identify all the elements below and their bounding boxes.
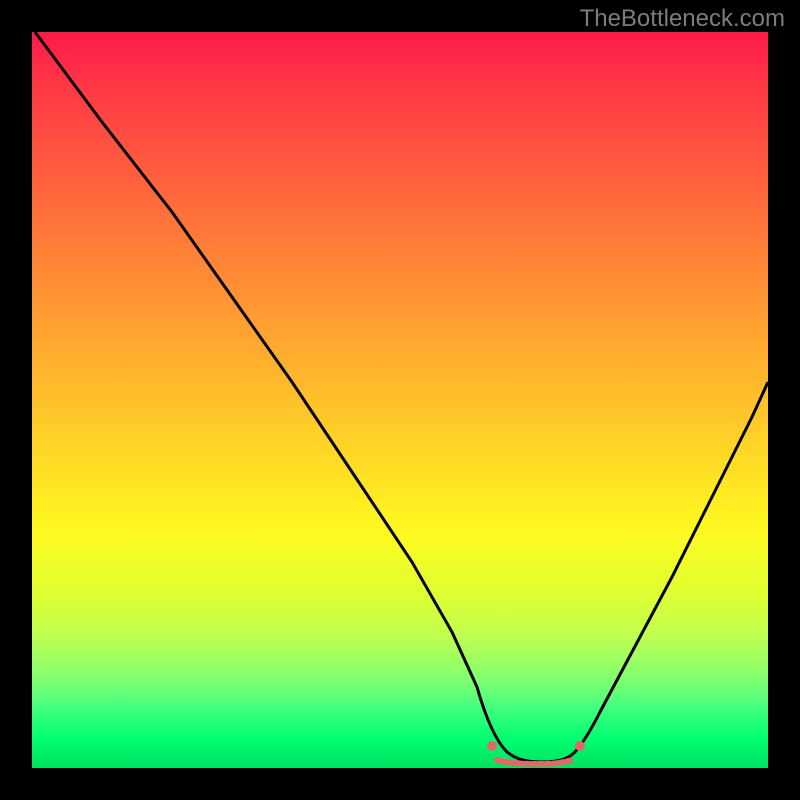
highlight-dot-right xyxy=(575,741,585,751)
watermark-text: TheBottleneck.com xyxy=(580,5,785,33)
highlight-dot-left xyxy=(487,741,497,751)
chart-plot-area xyxy=(32,32,768,768)
bottleneck-curve-path xyxy=(35,32,768,762)
curve-svg xyxy=(32,32,768,768)
